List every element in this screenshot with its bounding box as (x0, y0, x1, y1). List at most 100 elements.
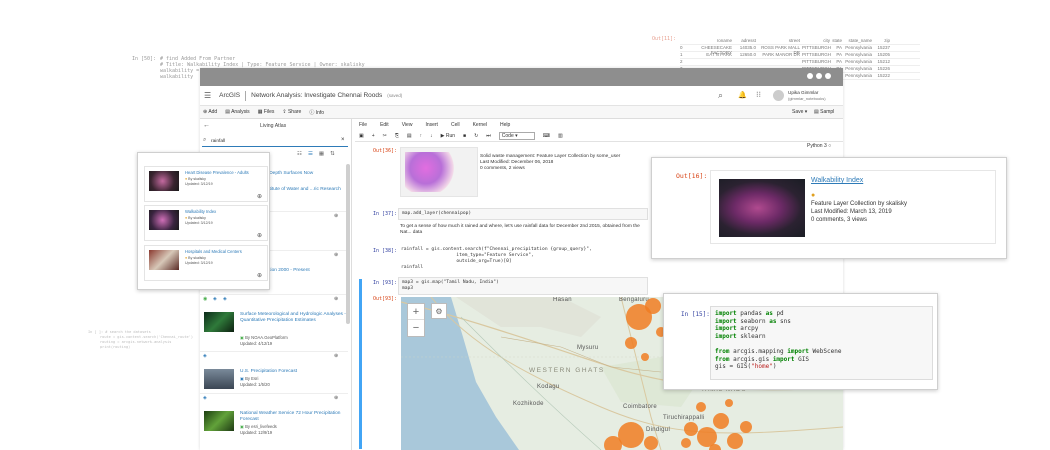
search-results-popup: Heart Disease Prevalence - Adults ● By s… (137, 152, 270, 290)
copy-icon[interactable]: ⎘ (395, 133, 399, 139)
item-thumbnail[interactable] (204, 411, 234, 431)
bg-table-header: roname (716, 38, 732, 43)
add-layer-icon[interactable]: ⊕ (334, 213, 338, 219)
result-title[interactable]: Hospitals and Medical Centers (185, 249, 242, 255)
item-card[interactable]: Walkability Index ● Feature Layer Collec… (710, 170, 996, 244)
bg-faded-code-4: print(routing) (100, 345, 131, 349)
toolbar-info[interactable]: ⓘ Info (309, 109, 324, 116)
fast-forward-icon[interactable]: ⏭ (486, 133, 491, 139)
clear-search-icon[interactable]: × (341, 137, 345, 143)
code-line: import arcpy (715, 325, 928, 333)
menu-file[interactable]: File (359, 122, 367, 128)
code-token: ) (772, 363, 777, 371)
item-thumbnail[interactable] (204, 312, 234, 332)
keyboard-icon[interactable]: ⌨ (543, 133, 550, 139)
scrollbar[interactable] (346, 164, 350, 324)
code-cell[interactable]: map3 = gis.map("Tamil Nadu, India") map3 (398, 277, 648, 295)
paste-icon[interactable]: ▤ (407, 133, 412, 139)
grid-view-icon[interactable]: ▦ (319, 151, 324, 157)
add-layer-icon[interactable]: ⊕ (334, 296, 338, 302)
move-up-icon[interactable]: ↑ (420, 133, 423, 139)
hamburger-menu-icon[interactable]: ☰ (204, 91, 211, 100)
item-subtitle: Feature Layer Collection by skalisky (811, 201, 908, 207)
back-arrow-icon[interactable]: ← (203, 122, 210, 129)
result-card[interactable]: Hospitals and Medical Centers ● By skali… (144, 245, 268, 281)
list-item-title[interactable]: National Weather Service 72 Hour Precipi… (240, 411, 346, 423)
add-layer-icon[interactable]: ⊕ (257, 232, 262, 239)
bg-table-row: 0 CHEESECAKE FACTORY 14035.0 ROSS PARK MALL… (680, 45, 920, 55)
toolbar-analysis[interactable]: ▤ Analysis (225, 109, 249, 115)
add-cell-icon[interactable]: + (372, 133, 375, 139)
menu-kernel[interactable]: Kernel (473, 122, 487, 128)
add-layer-icon[interactable]: ⊕ (257, 272, 262, 279)
shield-icon: ◈ (203, 395, 207, 401)
restart-icon[interactable]: ↻ (474, 133, 478, 139)
save-button[interactable]: Save ▾ (792, 109, 807, 115)
result-card[interactable]: Walkability Index ● By skalisky Updated:… (144, 205, 268, 241)
code-token: arcpy (736, 325, 759, 333)
apps-grid-icon[interactable]: ⁝⁝ (756, 90, 761, 99)
window-controls[interactable] (807, 73, 831, 79)
search-icon[interactable]: ⌕ (718, 90, 723, 101)
output-thumbnail[interactable] (400, 147, 478, 197)
imports-code-popup: In [15]: import pandas as pd import seabo… (663, 293, 938, 390)
toolbar-files[interactable]: ▦ Files (258, 109, 275, 115)
code-line: from arcgis.gis import GIS (715, 356, 928, 364)
run-button[interactable]: ▶ Run (441, 133, 455, 139)
add-layer-icon[interactable]: ⊕ (334, 395, 338, 401)
code-cell[interactable]: map.add_layer(chennaipop) (398, 208, 648, 220)
result-title[interactable]: Heart Disease Prevalence - Adults (185, 170, 249, 176)
list-view-icon[interactable]: ☰ (308, 151, 313, 157)
list-item-owner: ▣ By NOAA.GeoPlatform (240, 335, 288, 340)
menu-view[interactable]: View (402, 122, 413, 128)
bg-table-cell: Pennsylvania (845, 66, 872, 71)
bg-table-cell: 1 (680, 52, 683, 57)
avatar[interactable] (773, 90, 784, 101)
add-layer-icon[interactable]: ⊕ (334, 252, 338, 258)
search-icon: ⌕ (203, 137, 207, 143)
bg-table-cell: PA (836, 59, 842, 64)
toolbar-add[interactable]: ⊕ Add (203, 109, 217, 115)
list-item-title[interactable]: U.S. Precipitation Forecast (240, 369, 297, 375)
item-thumbnail (719, 179, 805, 237)
app-header: ☰ ArcGIS Network Analysis: Investigate C… (200, 86, 843, 106)
code-cell[interactable]: rainfall = gis.content.search(f"Chennai_… (398, 245, 648, 273)
living-atlas-search[interactable]: ⌕ rainfall × (202, 136, 348, 147)
add-layer-icon[interactable]: ⊕ (334, 353, 338, 359)
result-updated: Updated: 3/12/19 (185, 261, 213, 265)
item-stats: 0 comments, 3 views (811, 217, 868, 223)
menu-cell[interactable]: Cell (451, 122, 460, 128)
item-thumbnail[interactable] (204, 369, 234, 389)
item-title[interactable]: Walkability Index (811, 177, 863, 184)
stop-icon[interactable]: ■ (463, 133, 466, 139)
filter-icon[interactable]: ☷ (297, 151, 302, 157)
move-down-icon[interactable]: ↓ (430, 133, 433, 139)
notebook-toolbar-buttons: ▣ + ✂ ⎘ ▤ ↑ ↓ ▶ Run ■ ↻ ⏭ Code ▾ ⌨ ▥ Pyt… (355, 130, 843, 149)
sample-button[interactable]: ▤ Sampl (814, 109, 834, 115)
save-icon[interactable]: ▣ (359, 133, 364, 139)
code-cell[interactable]: import pandas as pd import seaborn as sns… (710, 306, 933, 380)
toolbar-share[interactable]: ⇪ Share (282, 109, 301, 115)
bg-table-row: 1 EAT'N PARK 12650.0 PARK MANOR DR PITTSBURG… (680, 52, 920, 59)
bell-icon[interactable]: 🔔 (738, 91, 747, 99)
result-title[interactable]: Walkability Index (185, 209, 216, 215)
shield-icon: ◈ (203, 353, 207, 359)
add-layer-icon[interactable]: ⊕ (257, 193, 262, 200)
cut-icon[interactable]: ✂ (383, 133, 387, 139)
item-thumbnail (149, 171, 179, 191)
menu-edit[interactable]: Edit (380, 122, 389, 128)
search-input[interactable]: rainfall (211, 139, 225, 144)
menu-insert[interactable]: Insert (425, 122, 438, 128)
chart-icon[interactable]: ▥ (558, 133, 563, 139)
code-token: import (715, 317, 737, 325)
cell-prompt: In [38]: (373, 248, 398, 254)
list-item-title[interactable]: Surface Meteorological and Hydrologic An… (240, 312, 346, 324)
cell-type-select[interactable]: Code ▾ (498, 131, 535, 140)
code-token: import (772, 355, 795, 363)
menu-help[interactable]: Help (500, 122, 510, 128)
sort-icon[interactable]: ⇅ (330, 151, 335, 157)
pane-header[interactable]: Living Atlas (260, 123, 286, 129)
result-updated: Updated: 3/12/19 (185, 221, 213, 225)
result-card[interactable]: Heart Disease Prevalence - Adults ● By s… (144, 166, 268, 202)
